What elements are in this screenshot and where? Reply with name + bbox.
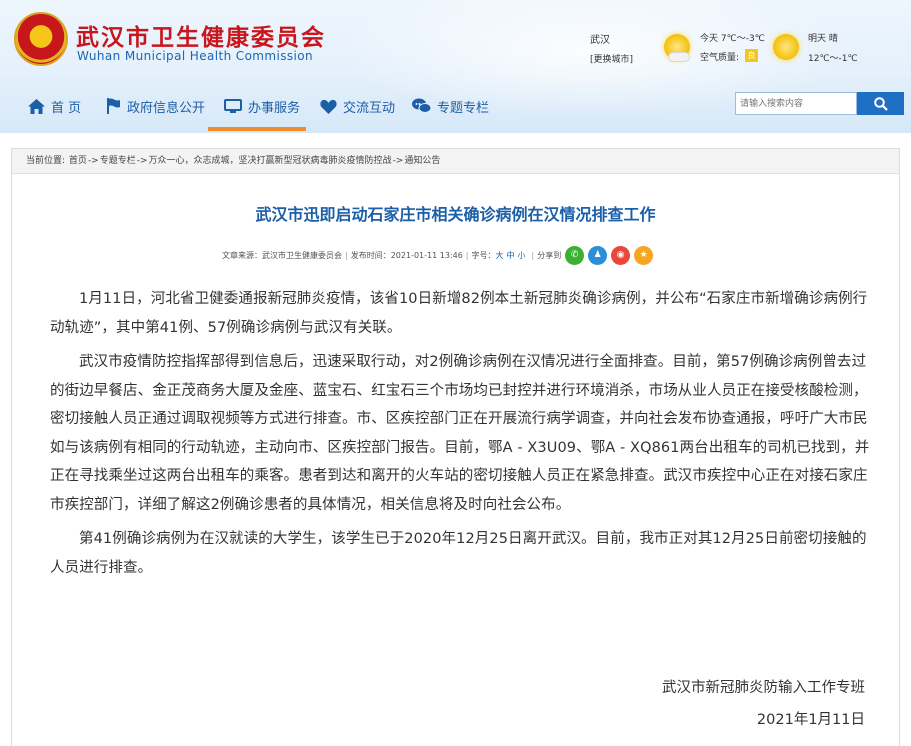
nav-services[interactable]: 办事服务 bbox=[224, 95, 300, 117]
nav-topics[interactable]: 专题专栏 bbox=[412, 95, 489, 117]
wechat-share-icon[interactable]: ✆ bbox=[565, 245, 585, 265]
nav-home[interactable]: 首 页 bbox=[28, 95, 81, 117]
article-paragraph: 武汉市疫情防控指挥部得到信息后，迅速采取行动，对2例确诊病例在汉情况进行全面排查… bbox=[50, 354, 870, 513]
switch-city-link[interactable]: [更换城市] bbox=[590, 52, 633, 65]
source-value: 武汉市卫生健康委员会 bbox=[262, 250, 342, 260]
sunny-tomorrow-icon bbox=[773, 34, 799, 60]
weather-today-temp: 7℃～-3℃ bbox=[720, 34, 765, 44]
font-size-large-button[interactable]: 大 bbox=[496, 250, 504, 261]
meta-divider: | bbox=[531, 250, 535, 260]
nav-label: 交流互动 bbox=[343, 100, 396, 116]
nav-label: 政府信息公开 bbox=[127, 100, 206, 116]
breadcrumb-separator: -> bbox=[136, 156, 148, 166]
meta-divider: | bbox=[465, 250, 469, 260]
nav-gov-info[interactable]: 政府信息公开 bbox=[106, 95, 205, 117]
cloud-icon bbox=[668, 52, 690, 62]
search-button[interactable] bbox=[857, 92, 904, 115]
source-label: 文章来源： bbox=[222, 250, 262, 260]
share-label: 分享到 bbox=[537, 250, 562, 260]
air-quality-label: 空气质量: bbox=[700, 53, 740, 63]
font-size-small-button[interactable]: 小 bbox=[518, 250, 526, 261]
article-title: 武汉市迅即启动石家庄市相关确诊病例在汉情况排查工作 bbox=[255, 205, 656, 224]
site-logo-chinese[interactable]: 武汉市卫生健康委员会 bbox=[76, 18, 326, 52]
article-signature: 武汉市新冠肺炎防输入工作专班 bbox=[662, 680, 865, 696]
published-label: 发布时间： bbox=[350, 250, 391, 260]
article-meta: 文章来源： 武汉市卫生健康委员会 | 发布时间： 2021-01-11 13:4… bbox=[222, 245, 654, 265]
search-input[interactable] bbox=[735, 92, 857, 115]
font-size-medium-button[interactable]: 中 bbox=[507, 250, 515, 261]
air-quality-badge: 良 bbox=[745, 49, 758, 62]
home-icon bbox=[28, 98, 45, 114]
font-size-label: 字号： bbox=[471, 250, 496, 260]
breadcrumb-separator: -> bbox=[392, 156, 404, 166]
weibo-share-icon[interactable]: ◉ bbox=[611, 245, 631, 265]
breadcrumb-separator: -> bbox=[87, 156, 99, 166]
article-paragraph: 第41例确诊病例为在汉就读的大学生，该学生已于2020年12月25日离开武汉。目… bbox=[50, 531, 867, 576]
article-body: 1月11日，河北省卫健委通报新冠肺炎疫情，该省10日新增82例本土新冠肺炎确诊病… bbox=[50, 285, 870, 588]
nav-active-indicator bbox=[208, 127, 306, 131]
meta-divider: | bbox=[345, 250, 348, 260]
chat-icon bbox=[412, 98, 431, 113]
nav-label: 办事服务 bbox=[248, 100, 301, 116]
breadcrumb-item-campaign[interactable]: 万众一心，众志成城，坚决打赢新型冠状病毒肺炎疫情防控战 bbox=[149, 156, 392, 166]
heart-icon bbox=[320, 99, 337, 114]
qq-share-icon[interactable]: ♟ bbox=[588, 245, 608, 265]
breadcrumb-label: 当前位置: bbox=[26, 156, 66, 166]
weather-city: 武汉 bbox=[590, 35, 610, 46]
breadcrumb: 当前位置: 首页->专题专栏->万众一心，众志成城，坚决打赢新型冠状病毒肺炎疫情… bbox=[12, 149, 899, 174]
published-value: 2021-01-11 13:46 bbox=[390, 250, 463, 260]
search-icon bbox=[873, 96, 888, 111]
article-date: 2021年1月11日 bbox=[756, 712, 865, 728]
breadcrumb-item-notices[interactable]: 通知公告 bbox=[404, 156, 440, 166]
breadcrumb-item-topics[interactable]: 专题专栏 bbox=[100, 156, 136, 166]
monitor-icon bbox=[224, 98, 242, 113]
nav-label: 首 页 bbox=[51, 100, 82, 116]
weather-tomorrow-temp: 12℃～-1℃ bbox=[808, 54, 858, 64]
breadcrumb-item-home[interactable]: 首页 bbox=[69, 156, 87, 166]
nav-label: 专题专栏 bbox=[437, 100, 490, 116]
weather-tomorrow-label: 明天 bbox=[808, 34, 827, 44]
nav-interaction[interactable]: 交流互动 bbox=[320, 95, 395, 117]
site-header: 武汉市卫生健康委员会 Wuhan Municipal Health Commis… bbox=[0, 0, 911, 133]
weather-today-label: 今天 bbox=[700, 34, 719, 44]
weather-tomorrow-condition: 晴 bbox=[828, 34, 838, 44]
flag-icon bbox=[107, 98, 120, 114]
site-logo-english: Wuhan Municipal Health Commission bbox=[77, 49, 314, 63]
national-emblem-icon bbox=[14, 12, 68, 66]
qzone-share-icon[interactable]: ★ bbox=[634, 245, 654, 265]
article-paragraph: 1月11日，河北省卫健委通报新冠肺炎疫情，该省10日新增82例本土新冠肺炎确诊病… bbox=[50, 291, 868, 336]
